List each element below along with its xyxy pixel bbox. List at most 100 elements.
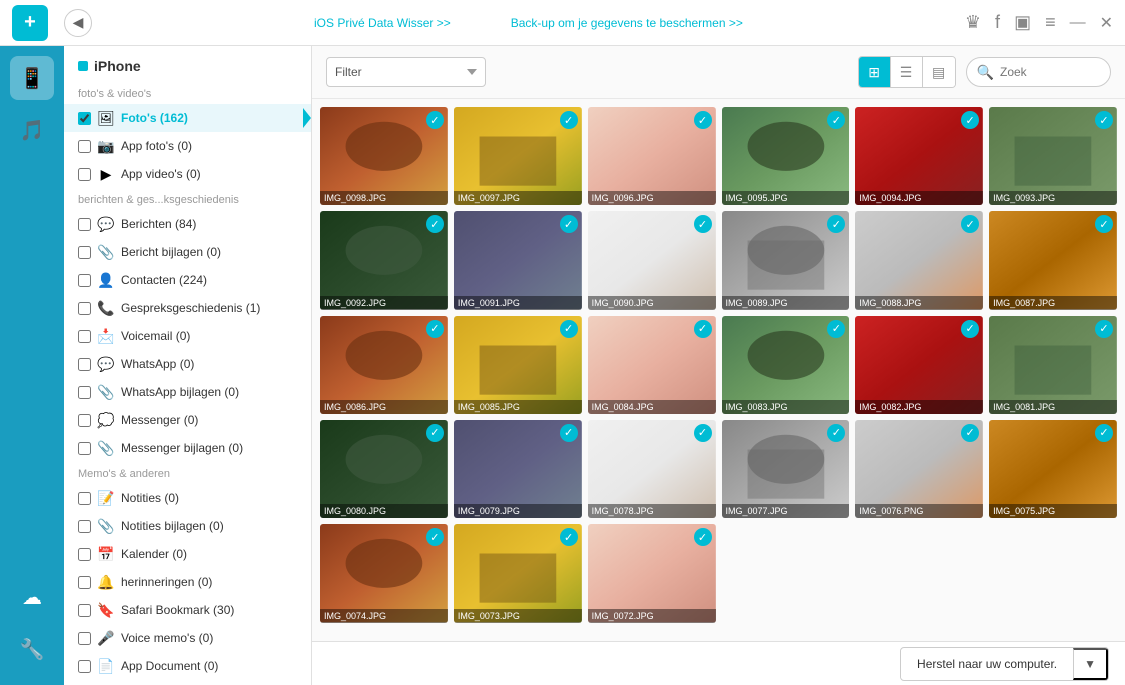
photo-cell[interactable]: IMG_0097.JPG✓	[454, 107, 582, 205]
app-fotos-checkbox[interactable]	[78, 140, 91, 153]
sidebar-item-fotos[interactable]: 🖼 Foto's (162)	[64, 104, 311, 132]
notities-bijlagen-checkbox[interactable]	[78, 520, 91, 533]
sidebar-item-berichten[interactable]: 💬 Berichten (84)	[64, 210, 311, 238]
berichten-checkbox[interactable]	[78, 218, 91, 231]
nav-tools[interactable]: 🔧	[10, 627, 54, 671]
sidebar-item-herinneringen[interactable]: 🔔 herinneringen (0)	[64, 568, 311, 596]
photo-cell[interactable]: IMG_0093.JPG✓	[989, 107, 1117, 205]
backup-link[interactable]: Back-up om je gegevens te beschermen >>	[511, 16, 743, 30]
sidebar-item-voicemail[interactable]: 📩 Voicemail (0)	[64, 322, 311, 350]
photo-cell[interactable]: IMG_0077.JPG✓	[722, 420, 850, 518]
photo-cell[interactable]: IMG_0088.JPG✓	[855, 211, 983, 309]
notities-checkbox[interactable]	[78, 492, 91, 505]
bericht-bijlagen-checkbox[interactable]	[78, 246, 91, 259]
photo-cell[interactable]: IMG_0072.JPG✓	[588, 524, 716, 622]
whatsapp-bijlagen-checkbox[interactable]	[78, 386, 91, 399]
filter-select[interactable]: Filter	[326, 57, 486, 87]
minimize-button[interactable]: —	[1070, 14, 1086, 32]
sidebar-item-app-document[interactable]: 📄 App Document (0)	[64, 652, 311, 680]
photo-cell[interactable]: IMG_0081.JPG✓	[989, 316, 1117, 414]
sidebar-item-messenger-bijlagen[interactable]: 📎 Messenger bijlagen (0)	[64, 434, 311, 462]
photo-cell[interactable]: IMG_0075.JPG✓	[989, 420, 1117, 518]
facebook-icon[interactable]: f	[995, 12, 1000, 33]
nav-music[interactable]: 🎵	[10, 108, 54, 152]
voice-memos-checkbox[interactable]	[78, 632, 91, 645]
photo-cell[interactable]: IMG_0074.JPG✓	[320, 524, 448, 622]
fotos-checkbox[interactable]	[78, 112, 91, 125]
sidebar-item-messenger[interactable]: 💭 Messenger (0)	[64, 406, 311, 434]
photo-cell[interactable]: IMG_0086.JPG✓	[320, 316, 448, 414]
photo-cell[interactable]: IMG_0079.JPG✓	[454, 420, 582, 518]
search-input[interactable]	[1000, 65, 1100, 79]
photo-cell[interactable]: IMG_0087.JPG✓	[989, 211, 1117, 309]
kalender-checkbox[interactable]	[78, 548, 91, 561]
app-videos-checkbox[interactable]	[78, 168, 91, 181]
messenger-bijlagen-checkbox[interactable]	[78, 442, 91, 455]
photo-label: IMG_0098.JPG	[320, 191, 448, 205]
photo-cell[interactable]: IMG_0073.JPG✓	[454, 524, 582, 622]
sidebar-item-app-videos[interactable]: ▶ App video's (0)	[64, 160, 311, 188]
photo-cell[interactable]: IMG_0083.JPG✓	[722, 316, 850, 414]
photo-label: IMG_0091.JPG	[454, 296, 582, 310]
view-list-button[interactable]: ▤	[923, 57, 955, 87]
sidebar-item-notities-bijlagen[interactable]: 📎 Notities bijlagen (0)	[64, 512, 311, 540]
nav-phone[interactable]: 📱	[10, 56, 54, 100]
app-logo: +	[12, 5, 48, 41]
bottom-bar: Herstel naar uw computer. ▼	[312, 641, 1125, 685]
photo-cell[interactable]: IMG_0089.JPG✓	[722, 211, 850, 309]
photo-cell[interactable]: IMG_0094.JPG✓	[855, 107, 983, 205]
person-icon[interactable]: ♛	[965, 12, 981, 33]
sidebar-item-voice-memos[interactable]: 🎤 Voice memo's (0)	[64, 624, 311, 652]
herinneringen-checkbox[interactable]	[78, 576, 91, 589]
voicemail-checkbox[interactable]	[78, 330, 91, 343]
close-button[interactable]: ✕	[1100, 13, 1113, 33]
photo-label: IMG_0072.JPG	[588, 609, 716, 623]
herinneringen-label: herinneringen (0)	[121, 575, 212, 589]
restore-button[interactable]: Herstel naar uw computer. ▼	[900, 647, 1109, 681]
sidebar-item-app-fotos[interactable]: 📷 App foto's (0)	[64, 132, 311, 160]
view-grid-button[interactable]: ⊞	[859, 57, 891, 87]
restore-main-button[interactable]: Herstel naar uw computer.	[901, 650, 1073, 678]
photo-cell[interactable]: IMG_0096.JPG✓	[588, 107, 716, 205]
back-icon: ◀	[73, 14, 84, 31]
menu-icon[interactable]: ≡	[1045, 12, 1056, 33]
section-memos-label: Memo's & anderen	[64, 462, 311, 484]
sidebar-item-safari[interactable]: 🔖 Safari Bookmark (30)	[64, 596, 311, 624]
photo-label: IMG_0094.JPG	[855, 191, 983, 205]
photo-cell[interactable]: IMG_0091.JPG✓	[454, 211, 582, 309]
photo-label: IMG_0081.JPG	[989, 400, 1117, 414]
messenger-checkbox[interactable]	[78, 414, 91, 427]
ios-data-link[interactable]: iOS Privé Data Wisser >>	[314, 16, 451, 30]
photo-cell[interactable]: IMG_0080.JPG✓	[320, 420, 448, 518]
photo-cell[interactable]: IMG_0090.JPG✓	[588, 211, 716, 309]
photo-check-icon: ✓	[961, 320, 979, 338]
photo-cell[interactable]: IMG_0095.JPG✓	[722, 107, 850, 205]
sidebar-item-kalender[interactable]: 📅 Kalender (0)	[64, 540, 311, 568]
sidebar-item-bericht-bijlagen[interactable]: 📎 Bericht bijlagen (0)	[64, 238, 311, 266]
restore-arrow-button[interactable]: ▼	[1073, 648, 1108, 680]
sidebar-item-notities[interactable]: 📝 Notities (0)	[64, 484, 311, 512]
notities-icon: 📝	[97, 489, 115, 507]
photo-cell[interactable]: IMG_0078.JPG✓	[588, 420, 716, 518]
photo-cell[interactable]: IMG_0098.JPG✓	[320, 107, 448, 205]
view-medium-button[interactable]: ☰	[891, 57, 923, 87]
safari-checkbox[interactable]	[78, 604, 91, 617]
photo-cell[interactable]: IMG_0085.JPG✓	[454, 316, 582, 414]
photo-cell[interactable]: IMG_0082.JPG✓	[855, 316, 983, 414]
nav-cloud[interactable]: ☁	[10, 575, 54, 619]
sidebar-item-contacten[interactable]: 👤 Contacten (224)	[64, 266, 311, 294]
contacten-checkbox[interactable]	[78, 274, 91, 287]
messenger-label: Messenger (0)	[121, 413, 198, 427]
back-button[interactable]: ◀	[64, 9, 92, 37]
sidebar-item-whatsapp-bijlagen[interactable]: 📎 WhatsApp bijlagen (0)	[64, 378, 311, 406]
photo-cell[interactable]: IMG_0092.JPG✓	[320, 211, 448, 309]
app-document-checkbox[interactable]	[78, 660, 91, 673]
device-name: iPhone	[94, 58, 141, 74]
whatsapp-checkbox[interactable]	[78, 358, 91, 371]
sidebar-item-whatsapp[interactable]: 💬 WhatsApp (0)	[64, 350, 311, 378]
chat-icon[interactable]: ▣	[1014, 12, 1031, 33]
sidebar-item-gespreks[interactable]: 📞 Gespreksgeschiedenis (1)	[64, 294, 311, 322]
photo-cell[interactable]: IMG_0084.JPG✓	[588, 316, 716, 414]
photo-cell[interactable]: IMG_0076.PNG✓	[855, 420, 983, 518]
gespreks-checkbox[interactable]	[78, 302, 91, 315]
